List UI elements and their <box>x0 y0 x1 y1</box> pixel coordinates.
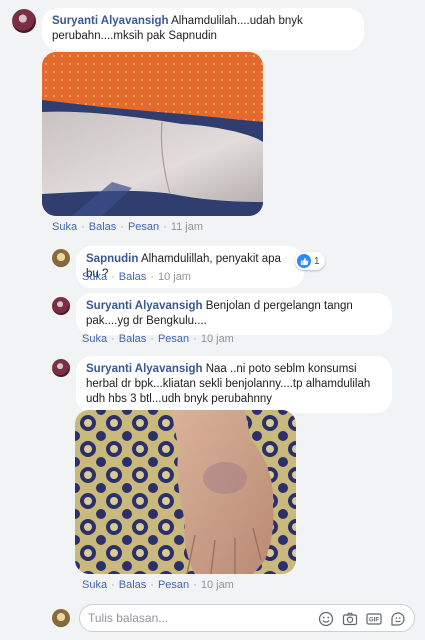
timestamp[interactable]: 10 jam <box>158 271 191 283</box>
comment-actions: Suka · Balas · Pesan · 11 jam <box>52 221 204 233</box>
comment-bubble: Suryanti Alyavansigh Naa ..ni poto seblm… <box>76 356 392 413</box>
comment-author[interactable]: Suryanti Alyavansigh <box>52 15 169 27</box>
reaction-count: 1 <box>314 255 320 267</box>
comment-actions: Suka · Balas · Pesan · 10 jam <box>82 333 234 345</box>
reply-link[interactable]: Balas <box>89 221 117 233</box>
avatar[interactable] <box>52 249 70 267</box>
comment-author[interactable]: Suryanti Alyavansigh <box>86 363 203 375</box>
wrist-photo-image <box>42 52 263 216</box>
avatar[interactable] <box>52 359 70 377</box>
hand-photo-image <box>75 410 296 574</box>
like-link[interactable]: Suka <box>82 579 107 591</box>
comment-bubble: Suryanti Alyavansigh Alhamdulilah....uda… <box>42 8 364 50</box>
comment-author[interactable]: Sapnudin <box>86 253 138 265</box>
avatar[interactable] <box>52 297 70 315</box>
comment-actions: Suka · Balas · Pesan · 10 jam <box>82 579 234 591</box>
comment-photo-wrist[interactable] <box>42 52 263 216</box>
message-link[interactable]: Pesan <box>128 221 159 233</box>
message-link[interactable]: Pesan <box>158 579 189 591</box>
sticker-icon[interactable] <box>390 611 406 627</box>
svg-text:GIF: GIF <box>369 618 379 624</box>
comment-photo-hand[interactable] <box>75 410 296 574</box>
camera-icon[interactable] <box>342 611 358 627</box>
like-link[interactable]: Suka <box>52 221 77 233</box>
reply-link[interactable]: Balas <box>119 579 147 591</box>
timestamp[interactable]: 10 jam <box>201 579 234 591</box>
gif-icon[interactable]: GIF <box>366 611 382 627</box>
timestamp[interactable]: 10 jam <box>201 333 234 345</box>
like-link[interactable]: Suka <box>82 333 107 345</box>
like-link[interactable]: Suka <box>82 271 107 283</box>
comment-bubble: Suryanti Alyavansigh Benjolan d pergelan… <box>76 293 392 335</box>
avatar[interactable] <box>12 9 36 33</box>
message-link[interactable]: Pesan <box>158 333 189 345</box>
reaction-badge[interactable]: 1 <box>295 252 325 270</box>
reply-link[interactable]: Balas <box>119 333 147 345</box>
reply-input[interactable] <box>88 611 308 625</box>
reply-link[interactable]: Balas <box>119 271 147 283</box>
emoji-icon[interactable] <box>318 611 334 627</box>
comment-author[interactable]: Suryanti Alyavansigh <box>86 300 203 312</box>
timestamp[interactable]: 11 jam <box>171 221 203 233</box>
reply-composer: GIF <box>79 604 415 632</box>
comment-actions: Suka · Balas · 10 jam <box>82 271 191 283</box>
current-user-avatar[interactable] <box>52 609 70 627</box>
like-reaction-icon <box>297 254 311 268</box>
